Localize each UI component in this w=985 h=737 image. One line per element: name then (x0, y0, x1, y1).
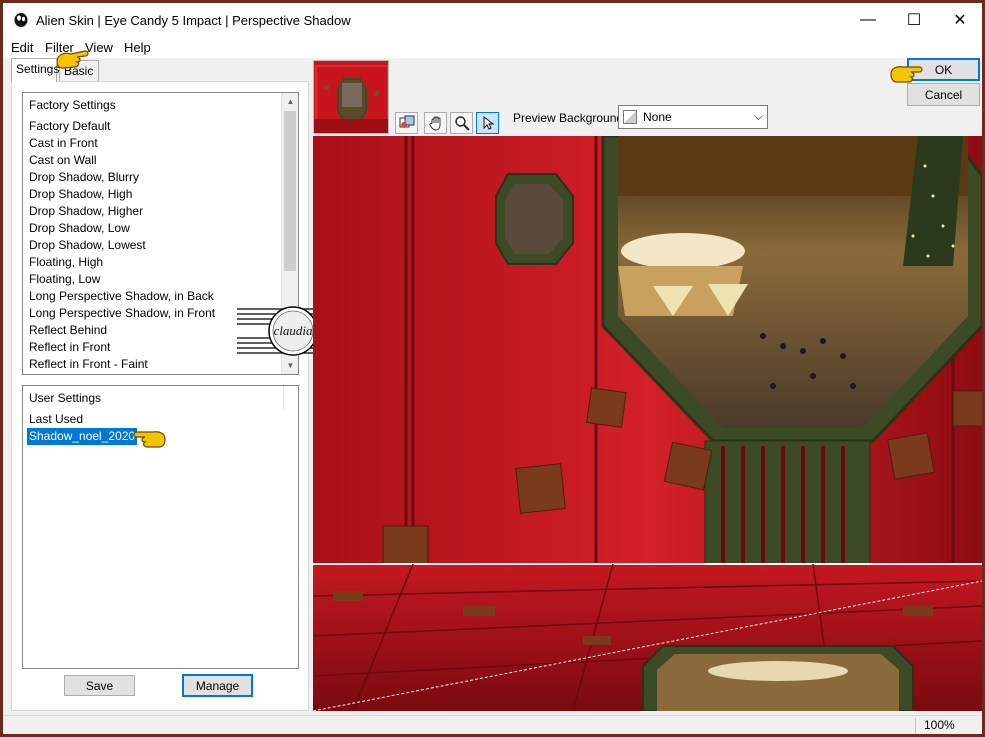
pointing-hand-icon (56, 50, 89, 69)
preview-toggle-icon[interactable] (395, 112, 418, 134)
scroll-down-icon[interactable]: ▼ (282, 357, 298, 374)
status-bar: 100% (3, 715, 982, 734)
background-swatch-icon (623, 110, 637, 124)
window-title: Alien Skin | Eye Candy 5 Impact | Perspe… (36, 13, 351, 28)
preview-background-value: None (643, 110, 672, 124)
close-button[interactable]: ✕ (937, 3, 983, 36)
list-item[interactable]: Cast in Front (29, 135, 215, 152)
list-item[interactable]: Reflect Behind (29, 322, 215, 339)
user-settings-header: User Settings (29, 391, 102, 405)
scroll-thumb[interactable] (284, 111, 296, 271)
preview-background-dropdown[interactable]: None ⌵ (618, 105, 768, 129)
list-item[interactable]: Reflect in Front (29, 339, 215, 356)
list-item[interactable]: Floating, High (29, 254, 215, 271)
zoom-level: 100% (915, 718, 977, 734)
preview-background-label: Preview Background: (513, 111, 627, 125)
settings-panel: Factory Settings Factory Default Cast in… (11, 81, 309, 711)
menu-help[interactable]: Help (124, 40, 151, 55)
list-item[interactable]: Drop Shadow, Low (29, 220, 215, 237)
list-item[interactable]: Floating, Low (29, 271, 215, 288)
factory-settings-items: Factory Default Cast in Front Cast on Wa… (29, 118, 215, 373)
hand-pan-icon[interactable] (424, 112, 447, 134)
list-item[interactable]: Drop Shadow, High (29, 186, 215, 203)
minimize-button[interactable]: — (845, 3, 891, 36)
user-settings-items: Last Used Shadow_noel_2020 (27, 411, 138, 445)
user-settings-list[interactable]: User Settings Last Used Shadow_noel_2020 (22, 385, 299, 669)
zoom-icon[interactable] (450, 112, 473, 134)
list-item[interactable]: Reflect in Front - Faint (29, 356, 215, 373)
cancel-button[interactable]: Cancel (907, 83, 980, 106)
arrow-select-icon[interactable] (476, 112, 499, 134)
watermark-text: claudia (274, 323, 313, 338)
chevron-down-icon: ⌵ (753, 109, 763, 123)
list-item[interactable]: Long Perspective Shadow, in Back (29, 288, 215, 305)
preview-canvas[interactable] (313, 136, 982, 711)
pointing-hand-icon (890, 66, 923, 83)
factory-settings-header: Factory Settings (29, 98, 116, 112)
save-button[interactable]: Save (64, 675, 135, 696)
menu-edit[interactable]: Edit (11, 40, 33, 55)
list-item[interactable]: Factory Default (29, 118, 215, 135)
title-bar: Alien Skin | Eye Candy 5 Impact | Perspe… (3, 3, 982, 36)
maximize-button[interactable]: ☐ (891, 3, 937, 36)
menu-view[interactable]: View (85, 40, 113, 55)
list-item[interactable]: Long Perspective Shadow, in Front (29, 305, 215, 322)
pointing-hand-icon (133, 431, 166, 448)
preview-thumbnail[interactable] (313, 60, 389, 134)
list-item[interactable]: Drop Shadow, Higher (29, 203, 215, 220)
list-item-selected[interactable]: Shadow_noel_2020 (27, 428, 138, 445)
alien-skin-logo-icon (14, 13, 28, 27)
list-item[interactable]: Last Used (29, 411, 137, 428)
menu-bar: Edit Filter View Help (3, 36, 982, 58)
eye-candy-dialog: Alien Skin | Eye Candy 5 Impact | Perspe… (0, 0, 985, 737)
list-item[interactable]: Drop Shadow, Blurry (29, 169, 215, 186)
manage-button[interactable]: Manage (182, 674, 253, 697)
preview-image (313, 136, 982, 711)
column-divider (283, 386, 284, 410)
scroll-up-icon[interactable]: ▲ (282, 93, 298, 110)
tab-settings[interactable]: Settings (11, 58, 59, 82)
list-item[interactable]: Drop Shadow, Lowest (29, 237, 215, 254)
list-item[interactable]: Cast on Wall (29, 152, 215, 169)
